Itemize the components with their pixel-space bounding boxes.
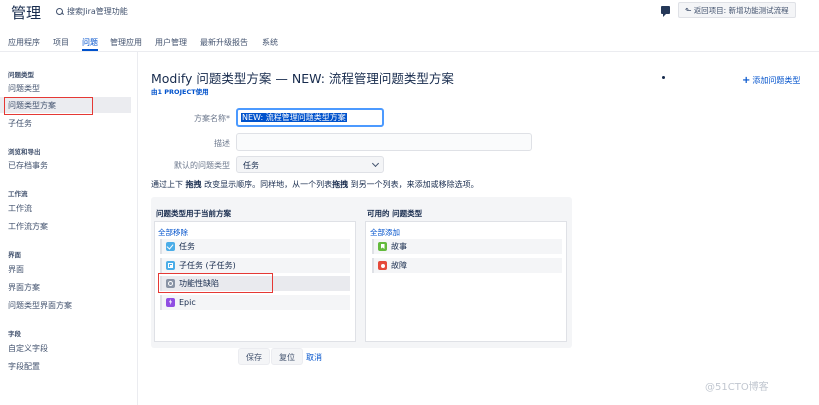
sidebar-item-custom-fields[interactable]: 自定义字段 [8,343,48,354]
default-issue-type-value: 任务 [243,161,259,170]
watermark: @51CTO博客 [705,382,769,393]
task-icon [166,242,175,251]
bullet-dot [662,76,665,79]
project-usage-badge[interactable]: 由1 PROJECT使用 [151,86,209,96]
search-placeholder: 搜索Jira管理功能 [67,7,128,16]
sidebar-section-browse-export: 浏览和导出 [8,148,41,156]
sidebar-item-field-configs[interactable]: 字段配置 [8,361,40,372]
scheme-name-input[interactable]: NEW: 流程管理问题类型方案 [236,108,384,127]
current-scheme-title: 问题类型用于当前方案 [156,209,231,218]
admin-nav-tabs: 应用程序 项目 问题 管理应用 用户管理 最新升级报告 系统 [0,30,819,52]
available-types-title: 可用的 问题类型 [367,209,423,218]
tab-manage-apps[interactable]: 管理应用 [110,37,142,48]
back-button-label: 返回项目: 新增功能测试流程 [693,5,789,15]
subtask-icon [166,261,175,270]
active-tab-underline [82,49,98,51]
reset-button[interactable]: 复位 [271,348,303,365]
sidebar-item-issue-types[interactable]: 问题类型 [8,83,40,94]
search-icon [56,7,64,16]
add-issue-type-label: 添加问题类型 [752,76,801,85]
page-title: Modify 问题类型方案 — NEW: 流程管理问题类型方案 [151,71,454,86]
sidebar-item-workflows[interactable]: 工作流 [8,203,32,214]
sidebar-section-workflows: 工作流 [8,190,28,198]
scheme-name-label: 方案名称* [194,114,230,123]
description-input[interactable] [236,133,532,151]
arrow-left-icon: ⬑ [685,5,692,15]
sidebar-section-screens: 界面 [8,251,21,259]
list-item-subtask[interactable]: 子任务 (子任务) [160,258,350,273]
sidebar-section-issue-types: 问题类型 [8,71,34,79]
default-issue-type-select[interactable]: 任务 [236,156,384,173]
sidebar-item-workflow-schemes[interactable]: 工作流方案 [8,221,48,232]
tab-projects[interactable]: 项目 [53,37,69,48]
list-item-task[interactable]: 任务 [160,239,350,254]
sidebar-item-screen-schemes[interactable]: 界面方案 [8,282,40,293]
cancel-link[interactable]: 取消 [306,352,322,363]
remove-all-link[interactable]: 全部移除 [158,227,188,238]
sidebar-item-archived[interactable]: 已存档事务 [8,160,48,171]
bug-icon [378,261,387,270]
feedback-icon[interactable] [661,6,670,17]
epic-icon [166,298,175,307]
chevron-down-icon [371,159,380,168]
list-item-bug[interactable]: 故障 [372,258,562,273]
scheme-name-value: NEW: 流程管理问题类型方案 [241,113,347,122]
tab-user-management[interactable]: 用户管理 [155,37,187,48]
tab-issues[interactable]: 问题 [82,37,98,48]
sidebar-section-fields: 字段 [8,330,21,338]
admin-search[interactable]: 搜索Jira管理功能 [56,6,128,17]
save-button[interactable]: 保存 [238,348,270,365]
list-item-story[interactable]: 故事 [372,239,562,254]
sidebar-item-subtasks[interactable]: 子任务 [8,118,32,129]
tab-applications[interactable]: 应用程序 [8,37,40,48]
back-to-project-button[interactable]: ⬑ 返回项目: 新增功能测试流程 [678,2,796,18]
list-item-epic[interactable]: Epic [160,295,350,310]
drag-help-text: 通过上下 拖拽 改变显示顺序。同样地，从一个列表拖拽 到另一个列表，来添加或移除… [151,180,479,189]
sidebar-item-screens[interactable]: 界面 [8,264,24,275]
tab-system[interactable]: 系统 [262,37,278,48]
top-header: 管理 搜索Jira管理功能 ⬑ 返回项目: 新增功能测试流程 [0,0,819,26]
add-all-link[interactable]: 全部添加 [370,227,400,238]
plus-icon: + [742,75,751,86]
default-issue-type-label: 默认的问题类型 [174,161,230,170]
highlight-box-sidebar [4,97,93,115]
description-label: 描述 [214,139,230,148]
sidebar-item-issue-type-screen-schemes[interactable]: 问题类型界面方案 [8,300,72,311]
page-header-title: 管理 [11,4,42,22]
highlight-box-feature-defect [158,273,273,293]
add-issue-type-link[interactable]: + 添加问题类型 [742,75,800,86]
story-icon [378,242,387,251]
tab-upgrade-report[interactable]: 最新升级报告 [200,37,248,48]
